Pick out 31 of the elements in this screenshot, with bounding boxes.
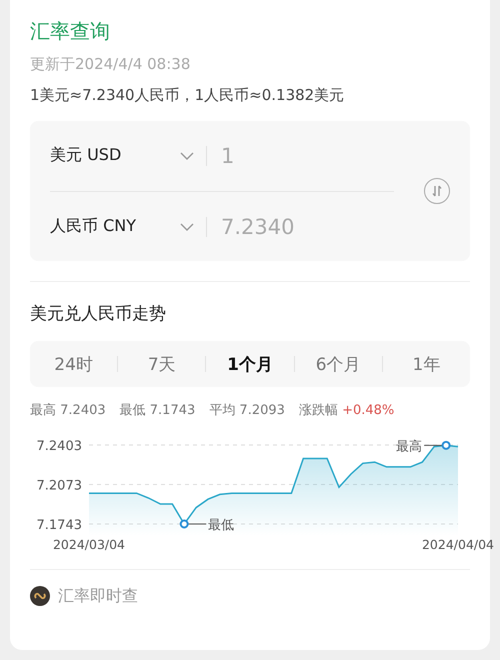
annotation-label: 最高 [396, 439, 422, 454]
footer-label[interactable]: 汇率即时查 [58, 586, 138, 606]
amount-field[interactable]: 1 [206, 146, 234, 166]
section-title: 美元兑人民币走势 [30, 303, 167, 325]
currency-select[interactable]: 美元 USD [50, 145, 180, 166]
period-tab[interactable]: 6个月 [294, 352, 382, 376]
annotation-label: 最低 [208, 518, 234, 533]
chevron-icon[interactable] [180, 222, 194, 230]
currency-select[interactable]: 人民币 CNY [50, 216, 180, 237]
period-tab[interactable]: 24时 [30, 352, 118, 376]
swap-button[interactable] [424, 178, 450, 204]
y-tick-label: 7.2403 [36, 439, 82, 454]
stat-item: 涨跌幅 +0.48% [298, 402, 394, 419]
marker-dot [180, 520, 189, 528]
stat-item: 平均 7.2093 [209, 402, 285, 419]
period-tab[interactable]: 1个月 [206, 352, 294, 376]
y-tick-label: 7.1743 [36, 518, 82, 533]
amount-field[interactable]: 7.2340 [206, 216, 294, 236]
x-tick-label: 2024/04/04 [422, 537, 494, 552]
rate-summary: 1美元≈7.2340人民币，1人民币≈0.1382美元 [30, 86, 346, 105]
page-title: 汇率查询 [30, 18, 111, 45]
period-tab[interactable]: 7天 [118, 352, 206, 376]
stat-item: 最高 7.2403 [30, 402, 106, 419]
stat-item: 最低 7.1743 [120, 402, 196, 419]
chevron-icon[interactable] [180, 152, 194, 160]
y-tick-label: 7.2073 [36, 478, 82, 494]
swap-icon [431, 185, 443, 197]
update-time: 更新于2024/4/4 08:38 [30, 55, 192, 74]
x-tick-label: 2024/03/04 [52, 537, 126, 552]
marker-dot [442, 440, 451, 450]
period-tab[interactable]: 1年 [382, 352, 470, 376]
